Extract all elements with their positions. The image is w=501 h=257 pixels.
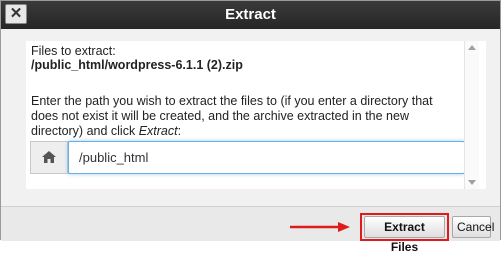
home-addon (31, 142, 68, 173)
extract-path-input[interactable] (68, 141, 465, 174)
dialog-titlebar: ✕ Extract (1, 1, 500, 29)
dialog-body: Files to extract: /public_html/wordpress… (26, 41, 486, 189)
dialog-title: Extract (225, 6, 276, 23)
cancel-button[interactable]: Cancel (452, 216, 494, 238)
dialog-footer: Extract Files Cancel (1, 206, 500, 254)
scroll-down-icon[interactable] (468, 180, 476, 185)
instructions-suffix: : (177, 124, 182, 138)
instructions-emphasis: Extract (138, 124, 178, 138)
files-to-extract-label: Files to extract: (31, 44, 116, 58)
scroll-up-icon[interactable] (468, 45, 476, 50)
archive-file-path: /public_html/wordpress-6.1.1 (2).zip (31, 58, 243, 72)
path-input-group (30, 141, 465, 174)
dialog-scrollbar[interactable] (464, 41, 479, 189)
red-arrow-icon (290, 222, 350, 232)
home-icon (42, 151, 56, 163)
extract-files-button[interactable]: Extract Files (364, 216, 445, 254)
instructions-text: Enter the path you wish to extract the f… (31, 94, 433, 138)
extract-instructions: Enter the path you wish to extract the f… (31, 94, 461, 139)
extract-dialog: ✕ Extract Files to extract: /public_html… (0, 0, 501, 254)
